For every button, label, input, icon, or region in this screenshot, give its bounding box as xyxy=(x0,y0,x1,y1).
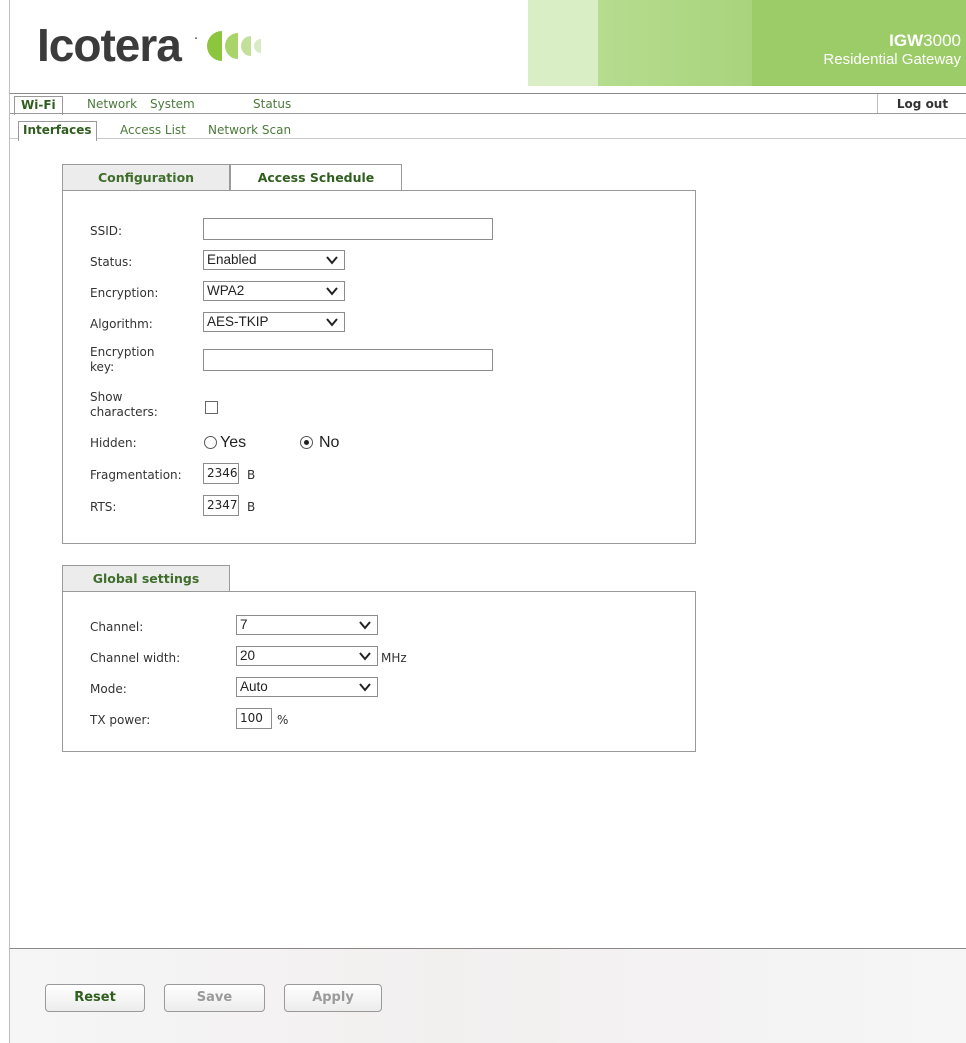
tab-access-schedule[interactable]: Access Schedule xyxy=(230,164,402,191)
tab-status[interactable]: Status xyxy=(247,96,297,114)
encryption-key-label-line1: Encryption xyxy=(90,345,155,359)
channel-width-select[interactable]: 20 xyxy=(236,646,378,666)
product-name: IGW3000 xyxy=(889,31,961,50)
channel-select[interactable]: 7 xyxy=(236,615,378,635)
encryption-key-label: Encryption key: xyxy=(90,345,154,375)
show-characters-label: Show characters: xyxy=(90,390,158,420)
encryption-select[interactable]: WPA2 xyxy=(203,281,345,301)
channel-value: 7 xyxy=(240,617,248,632)
header: Icotera · IGW3000 Residential Gateway xyxy=(10,0,966,86)
fragmentation-unit: B xyxy=(247,468,256,482)
header-band-light xyxy=(528,0,598,86)
subtab-network-scan[interactable]: Network Scan xyxy=(204,122,295,140)
channel-width-label: Channel width: xyxy=(90,651,181,665)
hidden-yes-label: Yes xyxy=(220,434,247,451)
mode-select[interactable]: Auto xyxy=(236,677,378,697)
hidden-label: Hidden: xyxy=(90,436,137,450)
header-band-dark: IGW3000 Residential Gateway xyxy=(752,0,966,86)
logout-button[interactable]: Log out xyxy=(877,94,966,114)
show-characters-label-line2: characters: xyxy=(90,405,158,419)
chevron-down-icon xyxy=(326,318,338,327)
chevron-down-icon xyxy=(359,621,371,630)
sub-nav: Interfaces Access List Network Scan xyxy=(10,113,966,141)
save-button[interactable]: Save xyxy=(164,984,265,1012)
global-settings-panel: Channel: 7 Channel width: 20 MHz Mode: A… xyxy=(62,591,696,752)
rts-unit: B xyxy=(247,500,256,514)
hidden-no-radio[interactable] xyxy=(300,436,313,449)
tab-configuration[interactable]: Configuration xyxy=(62,164,230,191)
encryption-key-input[interactable] xyxy=(203,349,493,371)
tx-power-unit: % xyxy=(277,713,289,727)
encryption-value: WPA2 xyxy=(207,283,245,298)
fragmentation-input[interactable]: 2346 xyxy=(203,463,239,484)
mode-value: Auto xyxy=(240,679,268,694)
tab-system[interactable]: System xyxy=(144,96,201,114)
main-nav: Wi-Fi Network System Status Log out xyxy=(10,93,966,115)
page-frame: Icotera · IGW3000 Residential Gateway Wi… xyxy=(9,0,966,1043)
configuration-panel: SSID: Status: Enabled Encryption: WPA2 A… xyxy=(62,190,696,544)
chevron-down-icon xyxy=(326,287,338,296)
show-characters-checkbox[interactable] xyxy=(205,401,218,414)
apply-button[interactable]: Apply xyxy=(284,984,382,1012)
tab-network[interactable]: Network xyxy=(81,96,143,114)
rts-label: RTS: xyxy=(90,500,117,514)
rts-input[interactable]: 2347 xyxy=(203,495,239,516)
encryption-label: Encryption: xyxy=(90,286,159,300)
subtab-interfaces[interactable]: Interfaces xyxy=(18,121,97,141)
ssid-input[interactable] xyxy=(203,218,493,240)
channel-width-unit: MHz xyxy=(381,651,407,665)
product-subtitle: Residential Gateway xyxy=(823,51,961,68)
channel-width-value: 20 xyxy=(240,648,256,663)
algorithm-label: Algorithm: xyxy=(90,317,153,331)
mode-label: Mode: xyxy=(90,682,127,696)
encryption-key-label-line2: key: xyxy=(90,360,115,374)
tx-power-label: TX power: xyxy=(90,713,151,727)
tab-global-settings[interactable]: Global settings xyxy=(62,565,230,592)
chevron-down-icon xyxy=(326,256,338,265)
fragmentation-label: Fragmentation: xyxy=(90,468,182,482)
status-label: Status: xyxy=(90,255,133,269)
brand-logo-icon xyxy=(207,31,261,61)
brand-trademark: · xyxy=(194,32,199,47)
algorithm-value: AES-TKIP xyxy=(207,314,269,329)
subtab-access-list[interactable]: Access List xyxy=(116,122,190,140)
status-select[interactable]: Enabled xyxy=(203,250,345,270)
hidden-yes-radio[interactable] xyxy=(204,436,217,449)
header-band-mid xyxy=(598,0,752,86)
reset-button[interactable]: Reset xyxy=(45,984,145,1012)
chevron-down-icon xyxy=(359,683,371,692)
ssid-label: SSID: xyxy=(90,224,123,238)
chevron-down-icon xyxy=(359,652,371,661)
status-value: Enabled xyxy=(207,252,257,267)
channel-label: Channel: xyxy=(90,620,144,634)
tx-power-input[interactable]: 100 xyxy=(236,708,272,729)
algorithm-select[interactable]: AES-TKIP xyxy=(203,312,345,332)
hidden-no-label: No xyxy=(319,434,340,451)
brand-logo-text: Icotera xyxy=(37,19,182,71)
show-characters-label-line1: Show xyxy=(90,390,123,404)
footer-bar: Reset Save Apply xyxy=(10,948,966,1043)
